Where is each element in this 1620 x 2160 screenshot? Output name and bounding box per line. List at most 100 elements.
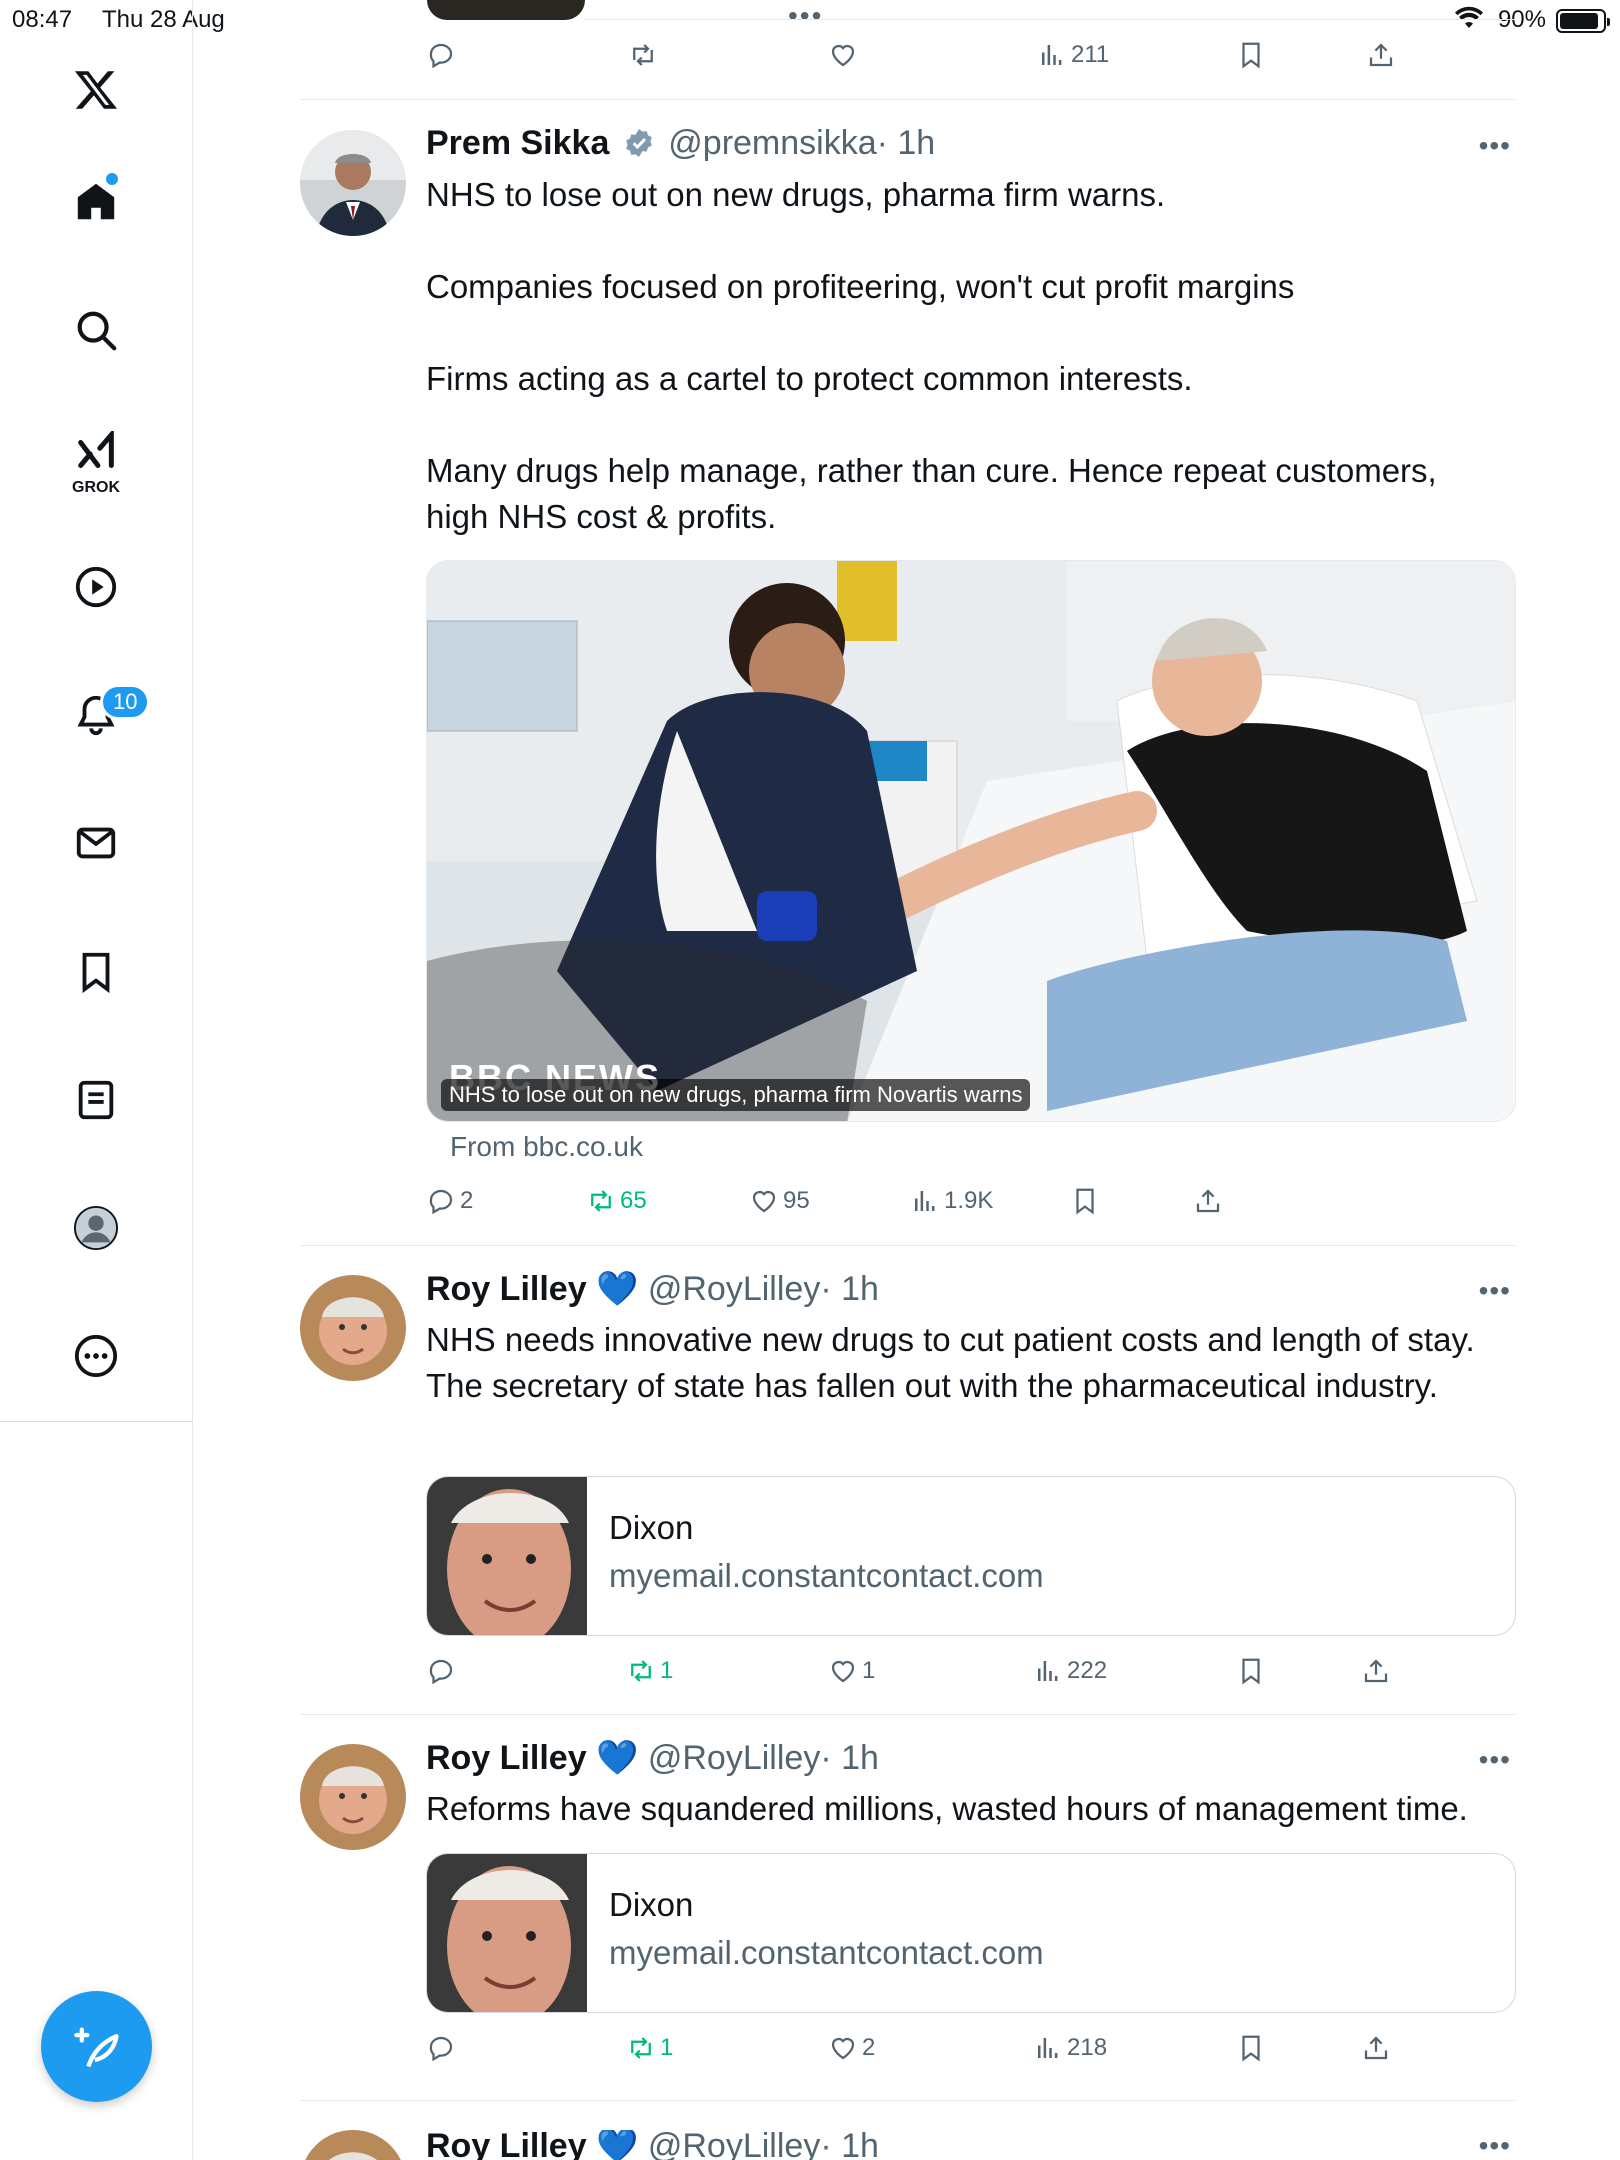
link-source[interactable]: From bbc.co.uk: [450, 1131, 643, 1163]
views-button[interactable]: 1.9K: [910, 1186, 993, 1216]
more-options-icon[interactable]: •••: [1479, 2130, 1511, 2160]
link-card[interactable]: Dixon myemail.constantcontact.com: [426, 1476, 1516, 1636]
repost-button[interactable]: [628, 40, 658, 70]
share-button[interactable]: [1366, 40, 1396, 70]
blue-heart-emoji: 💙: [596, 1739, 639, 1777]
link-card-thumbnail: [427, 1854, 587, 2012]
repost-button[interactable]: 1: [626, 1656, 673, 1686]
link-card[interactable]: Dixon myemail.constantcontact.com: [426, 1853, 1516, 2013]
blue-heart-emoji: 💙: [596, 1270, 639, 1308]
media-caption: NHS to lose out on new drugs, pharma fir…: [441, 1079, 1031, 1111]
share-button[interactable]: [1361, 1656, 1391, 1686]
tweet-text: NHS to lose out on new drugs, pharma fir…: [426, 172, 1506, 540]
link-card-title: Dixon: [609, 1509, 694, 1546]
tweet-header: Roy Lilley 💙 @RoyLilley· 1h: [426, 2130, 879, 2160]
link-card-title: Dixon: [609, 1886, 694, 1923]
share-icon: [1364, 1659, 1388, 1683]
status-bar: 08:47 Thu 28 Aug ••• 90%: [0, 0, 1620, 40]
more-options-icon[interactable]: •••: [1479, 1275, 1511, 1307]
previous-tweet-media[interactable]: [427, 0, 585, 20]
views-button[interactable]: 218: [1033, 2033, 1107, 2063]
bookmark-icon: [1242, 42, 1260, 69]
like-count: 1: [862, 1657, 876, 1684]
avatar[interactable]: [300, 130, 406, 236]
reply-button[interactable]: [426, 40, 456, 70]
tweet[interactable]: Roy Lilley 💙 @RoyLilley· 1h ••• NHS need…: [300, 1270, 1516, 1685]
profile-icon[interactable]: [66, 1198, 126, 1258]
tweet[interactable]: Roy Lilley 💙 @RoyLilley· 1h ••• Reforms …: [300, 1739, 1516, 2064]
tweet-paragraph: Companies focused on profiteering, won't…: [426, 268, 1295, 305]
handle[interactable]: @RoyLilley: [648, 2130, 820, 2160]
bookmark-button[interactable]: [1236, 40, 1266, 70]
more-icon[interactable]: [66, 1326, 126, 1386]
reply-count: 2: [460, 1187, 474, 1214]
repost-button[interactable]: 65: [586, 1186, 647, 1216]
lists-icon[interactable]: [66, 1070, 126, 1130]
like-button[interactable]: [828, 40, 858, 70]
tweet-media-image[interactable]: BBC NEWS NHS to lose out on new drugs, p…: [426, 560, 1516, 1122]
like-button[interactable]: 1: [828, 1656, 875, 1686]
bookmark-button[interactable]: [1236, 1656, 1266, 1686]
multitasking-dots[interactable]: •••: [788, 0, 823, 32]
tweet-paragraph: NHS to lose out on new drugs, pharma fir…: [426, 176, 1166, 213]
divider: [300, 1245, 1515, 1246]
compose-button[interactable]: [41, 1991, 152, 2102]
like-button[interactable]: 2: [828, 2033, 875, 2063]
x-logo-icon[interactable]: [66, 60, 126, 120]
views-button[interactable]: 222: [1033, 1656, 1107, 1686]
compose-feather-icon: [73, 2027, 119, 2067]
handle[interactable]: @RoyLilley: [648, 1739, 820, 1777]
reply-button[interactable]: 2: [426, 1186, 473, 1216]
handle[interactable]: @premnsikka: [668, 124, 876, 162]
tweet[interactable]: Roy Lilley 💙 @RoyLilley· 1h •••: [300, 2130, 1515, 2160]
tweet-actions: 1 1 222: [426, 1656, 1426, 1696]
divider: [300, 2100, 1515, 2101]
avatar[interactable]: [300, 1275, 406, 1381]
heart-icon: [831, 2037, 855, 2060]
timestamp[interactable]: · 1h: [820, 2130, 879, 2160]
timestamp[interactable]: · 1h: [820, 1270, 879, 1308]
share-button[interactable]: [1361, 2033, 1391, 2063]
display-name[interactable]: Prem Sikka: [426, 124, 609, 162]
timestamp[interactable]: · 1h: [877, 124, 936, 162]
repost-icon: [633, 44, 653, 66]
divider: [300, 99, 1515, 100]
handle[interactable]: @RoyLilley: [648, 1270, 820, 1308]
repost-button[interactable]: 1: [626, 2033, 673, 2063]
notifications-badge: 10: [100, 684, 151, 720]
display-name[interactable]: Roy Lilley: [426, 2130, 587, 2160]
bookmark-button[interactable]: [1236, 2033, 1266, 2063]
display-name[interactable]: Roy Lilley: [426, 1739, 587, 1777]
more-options-icon[interactable]: •••: [1479, 1744, 1511, 1776]
video-icon[interactable]: [66, 557, 126, 617]
more-options-icon[interactable]: •••: [1479, 130, 1511, 162]
reply-button[interactable]: [426, 2033, 460, 2063]
timestamp[interactable]: · 1h: [820, 1739, 879, 1777]
sidebar-divider: [0, 1421, 193, 1422]
search-icon[interactable]: [66, 300, 126, 360]
views-count: 1.9K: [944, 1187, 994, 1214]
hospital-photo: [427, 561, 1515, 1121]
display-name[interactable]: Roy Lilley: [426, 1270, 587, 1308]
messages-icon[interactable]: [66, 813, 126, 873]
bookmarks-icon[interactable]: [66, 942, 126, 1002]
wifi-icon: [1454, 6, 1484, 37]
tweet-actions: 1 2 218: [426, 2033, 1426, 2073]
like-button[interactable]: 95: [749, 1186, 810, 1216]
reply-button[interactable]: [426, 1656, 460, 1686]
bookmark-button[interactable]: [1070, 1186, 1100, 1216]
bookmark-icon: [1242, 2035, 1260, 2062]
link-card-domain: myemail.constantcontact.com: [609, 1557, 1044, 1594]
views-button[interactable]: 211: [1037, 40, 1109, 70]
avatar[interactable]: [300, 1744, 406, 1850]
tweet-text: Reforms have squandered millions, wasted…: [426, 1790, 1468, 1827]
grok-icon[interactable]: [66, 424, 126, 484]
repost-icon: [631, 2037, 651, 2059]
avatar[interactable]: [300, 2130, 406, 2160]
divider: [584, 19, 1515, 20]
divider: [300, 1714, 1515, 1715]
repost-count: 65: [620, 1187, 647, 1214]
like-count: 95: [783, 1187, 810, 1214]
share-button[interactable]: [1193, 1186, 1223, 1216]
tweet[interactable]: Prem Sikka @premnsikka· 1h ••• NHS to lo…: [300, 124, 1516, 1240]
